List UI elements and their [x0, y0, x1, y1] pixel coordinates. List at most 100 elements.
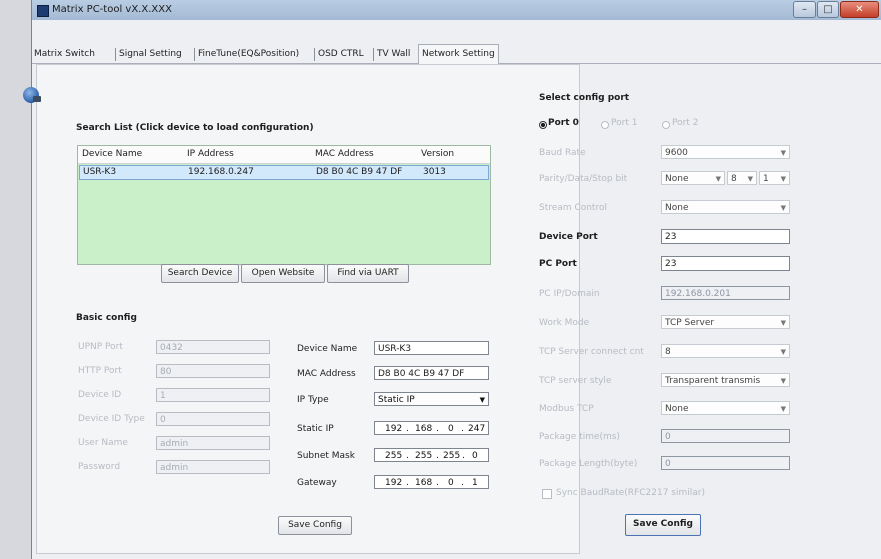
- tab-separator: [314, 48, 315, 61]
- subnet-mask-field[interactable]: 255 . 255 . 255 . 0: [374, 448, 489, 462]
- tcp-server-style-select[interactable]: Transparent transmis ▼: [661, 373, 790, 387]
- device-id-type-field[interactable]: 0: [156, 412, 270, 426]
- dropdown-arrow-icon: ▼: [780, 149, 786, 157]
- gateway-field[interactable]: 192 . 168 . 0 . 1: [374, 475, 489, 489]
- tab-matrix-switch[interactable]: Matrix Switch: [34, 46, 95, 63]
- package-time-field[interactable]: 0: [661, 429, 790, 443]
- port-2-radio[interactable]: [662, 121, 670, 129]
- sync-baudrate-label[interactable]: Sync BaudRate(RFC2217 similar): [556, 488, 705, 498]
- device-name-label: Device Name: [297, 344, 358, 354]
- pc-port-field[interactable]: 23: [661, 256, 790, 271]
- minimize-button[interactable]: –: [793, 1, 816, 18]
- ip-octet-4: 247: [468, 424, 486, 434]
- title-bar: Matrix PC-tool vX.X.XXX – □ ✕: [32, 0, 881, 20]
- stream-control-label: Stream Control: [539, 203, 607, 213]
- baud-rate-select[interactable]: 9600 ▼: [661, 145, 790, 159]
- work-mode-value: TCP Server: [665, 318, 715, 328]
- open-website-button[interactable]: Open Website: [241, 264, 325, 283]
- maximize-button[interactable]: □: [817, 1, 839, 18]
- gateway-octet-1: 192: [385, 478, 403, 488]
- ip-octet-2: 168: [415, 424, 433, 434]
- tab-separator: [194, 48, 195, 61]
- package-length-field[interactable]: 0: [661, 456, 790, 470]
- select-config-port-title: Select config port: [539, 93, 630, 103]
- work-mode-select[interactable]: TCP Server ▼: [661, 315, 790, 329]
- tab-osd-ctrl[interactable]: OSD CTRL: [318, 46, 364, 63]
- modbus-tcp-select[interactable]: None ▼: [661, 401, 790, 415]
- static-ip-label: Static IP: [297, 424, 334, 434]
- tab-network-setting[interactable]: Network Setting: [418, 44, 499, 64]
- http-port-field[interactable]: 80: [156, 364, 270, 378]
- device-row[interactable]: USR-K3 192.168.0.247 D8 B0 4C B9 47 DF 3…: [79, 165, 489, 180]
- upnp-port-field[interactable]: 0432: [156, 340, 270, 354]
- column-header-ip-address[interactable]: IP Address: [187, 149, 234, 159]
- pc-port-label: PC Port: [539, 259, 577, 269]
- tcp-server-connect-select[interactable]: 8 ▼: [661, 344, 790, 358]
- save-config-basic-button[interactable]: Save Config: [278, 516, 352, 535]
- dropdown-arrow-icon: ▼: [780, 377, 786, 385]
- pc-ip-domain-field[interactable]: 192.168.0.201: [661, 286, 790, 300]
- baud-rate-label: Baud Rate: [539, 148, 586, 158]
- work-mode-label: Work Mode: [539, 318, 590, 328]
- parity-select[interactable]: None ▼: [661, 171, 725, 185]
- tcp-server-connect-label: TCP Server connect cnt: [539, 347, 644, 357]
- password-field[interactable]: admin: [156, 460, 270, 474]
- find-via-uart-button[interactable]: Find via UART: [327, 264, 409, 283]
- row-ip-address: 192.168.0.247: [188, 167, 254, 177]
- basic-config-title: Basic config: [76, 313, 137, 323]
- subnet-octet-4: 0: [472, 451, 478, 461]
- tab-finetune[interactable]: FineTune(EQ&Position): [198, 46, 299, 63]
- ip-octet-separator: .: [436, 424, 439, 434]
- gateway-octet-4: 1: [472, 478, 478, 488]
- tcp-server-connect-value: 8: [665, 347, 671, 357]
- ip-octet-separator: .: [406, 478, 409, 488]
- mac-address-field[interactable]: D8 B0 4C B9 47 DF: [374, 366, 489, 380]
- device-id-type-label: Device ID Type: [78, 414, 145, 424]
- data-bit-value: 8: [731, 174, 737, 184]
- stream-control-select[interactable]: None ▼: [661, 200, 790, 214]
- data-bit-select[interactable]: 8 ▼: [727, 171, 757, 185]
- tab-signal-setting[interactable]: Signal Setting: [119, 46, 182, 63]
- ip-type-select[interactable]: Static IP ▼: [374, 392, 489, 406]
- baud-rate-value: 9600: [665, 148, 688, 158]
- stop-bit-select[interactable]: 1 ▼: [759, 171, 790, 185]
- app-icon: [37, 5, 49, 17]
- subnet-octet-1: 255: [385, 451, 403, 461]
- save-config-port-button[interactable]: Save Config: [625, 514, 701, 536]
- column-header-mac-address[interactable]: MAC Address: [315, 149, 374, 159]
- port-2-label[interactable]: Port 2: [672, 118, 698, 128]
- port-1-label[interactable]: Port 1: [611, 118, 637, 128]
- dropdown-arrow-icon: ▼: [715, 175, 721, 183]
- ip-octet-separator: .: [461, 478, 464, 488]
- close-button[interactable]: ✕: [840, 1, 879, 18]
- port-0-radio[interactable]: [539, 121, 547, 129]
- device-id-label: Device ID: [78, 390, 122, 400]
- port-1-radio[interactable]: [601, 121, 609, 129]
- static-ip-field[interactable]: 192 . 168 . 0 . 247: [374, 421, 489, 435]
- port-0-label[interactable]: Port 0: [548, 118, 579, 128]
- sync-baudrate-checkbox[interactable]: [542, 489, 552, 499]
- row-version: 3013: [423, 167, 446, 177]
- tab-tv-wall[interactable]: TV Wall: [377, 46, 410, 63]
- ip-octet-separator: .: [406, 451, 409, 461]
- dropdown-arrow-icon: ▼: [780, 319, 786, 327]
- search-device-button[interactable]: Search Device: [161, 264, 239, 283]
- ip-octet-1: 192: [385, 424, 403, 434]
- window-title: Matrix PC-tool vX.X.XXX: [52, 4, 172, 15]
- dropdown-arrow-icon: ▼: [747, 175, 753, 183]
- dropdown-arrow-icon: ▼: [780, 348, 786, 356]
- parity-data-stop-label: Parity/Data/Stop bit: [539, 174, 628, 184]
- device-port-field[interactable]: 23: [661, 229, 790, 244]
- gateway-label: Gateway: [297, 478, 337, 488]
- list-header: Device Name IP Address MAC Address Versi…: [78, 146, 490, 164]
- tab-bar: Matrix Switch Signal Setting FineTune(EQ…: [32, 44, 881, 64]
- device-name-field[interactable]: USR-K3: [374, 341, 489, 355]
- column-header-device-name[interactable]: Device Name: [82, 149, 142, 159]
- device-list[interactable]: Device Name IP Address MAC Address Versi…: [77, 145, 491, 265]
- tab-separator: [373, 48, 374, 61]
- device-id-field[interactable]: 1: [156, 388, 270, 402]
- ip-octet-separator: .: [436, 478, 439, 488]
- user-name-field[interactable]: admin: [156, 436, 270, 450]
- column-header-version[interactable]: Version: [421, 149, 454, 159]
- upnp-port-label: UPNP Port: [78, 342, 123, 352]
